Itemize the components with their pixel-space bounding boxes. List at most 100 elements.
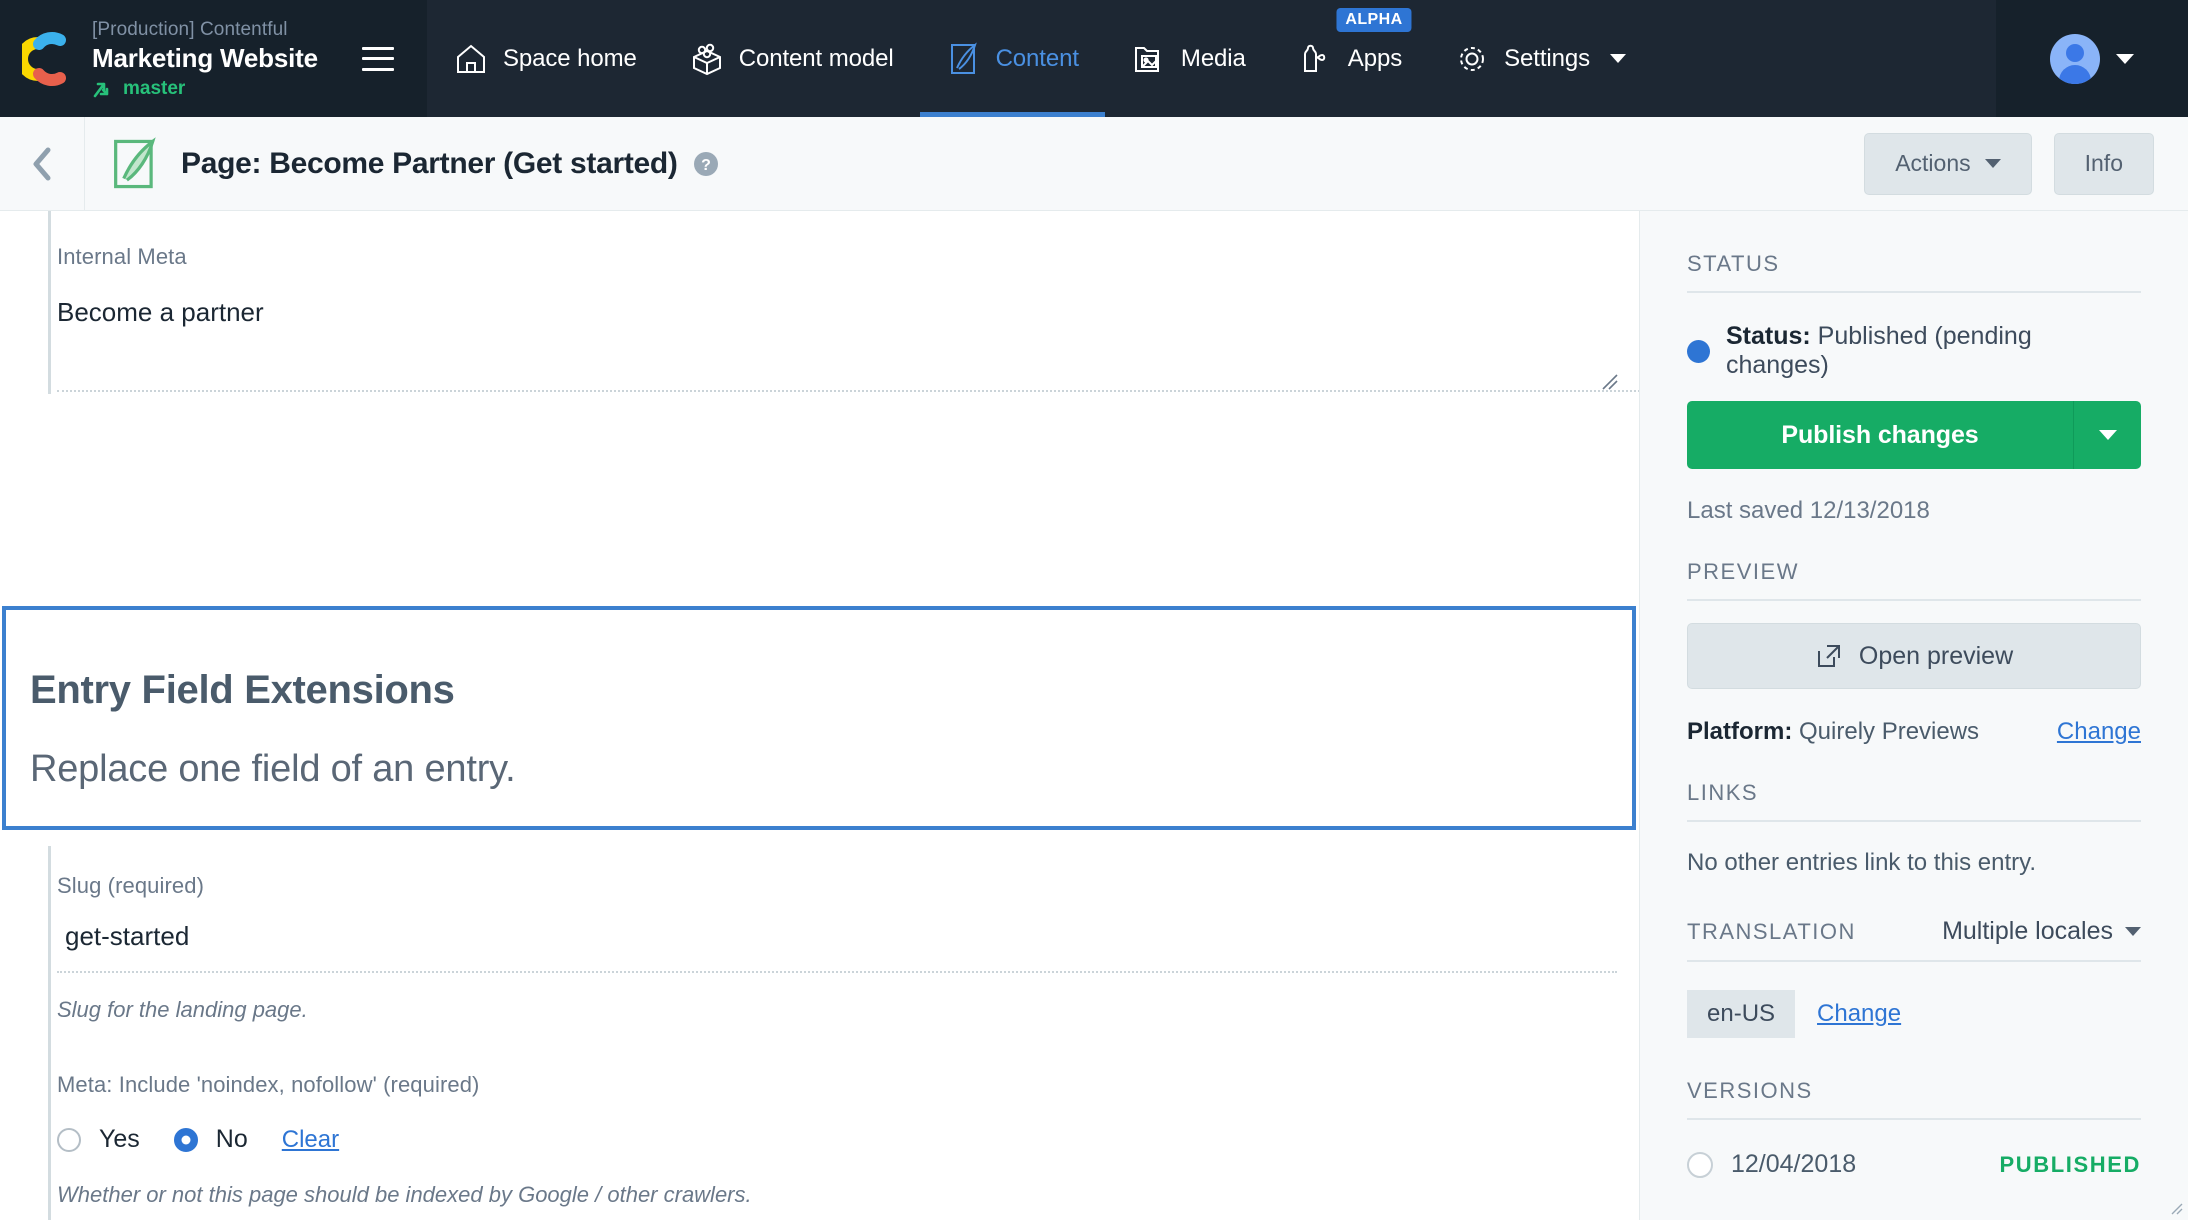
nav-label: Content (996, 45, 1079, 73)
chevron-down-icon (2116, 54, 2134, 64)
entry-field-extension-panel: Entry Field Extensions Replace one field… (0, 606, 1639, 726)
links-message: No other entries link to this entry. (1687, 849, 2141, 877)
apps-icon (1298, 41, 1334, 77)
space-menu-toggle[interactable] (362, 47, 394, 71)
chevron-down-icon (2125, 927, 2141, 936)
nav-item-apps[interactable]: ALPHA Apps (1272, 0, 1428, 117)
publish-changes-button[interactable]: Publish changes (1687, 401, 2073, 469)
entry-sidebar: STATUS Status: Published (pending change… (1639, 211, 2188, 1220)
branch-name-label: master (123, 78, 185, 100)
nav-item-content[interactable]: Content (920, 0, 1105, 117)
nav-item-settings[interactable]: Settings (1428, 0, 1652, 117)
content-model-icon (689, 41, 725, 77)
nav-item-content-model[interactable]: Content model (663, 0, 920, 117)
field-label: Slug (required) (57, 873, 1639, 899)
status-row: Status: Published (pending changes) (1687, 322, 2141, 380)
platform-text: Platform: Quirely Previews (1687, 718, 1979, 746)
open-preview-button[interactable]: Open preview (1687, 623, 2141, 689)
field-slug: Slug (required) get-started Slug for the… (0, 846, 1639, 1023)
version-row[interactable]: 12/04/2018 PUBLISHED (1687, 1150, 2141, 1179)
field-label: Meta: Include 'noindex, nofollow' (requi… (57, 1072, 1639, 1098)
app-window: [Production] Contentful Marketing Websit… (0, 0, 2188, 1220)
platform-value: Quirely Previews (1792, 718, 1979, 745)
field-label: Internal Meta (57, 244, 1639, 270)
radio-group: Yes No Clear (57, 1125, 1639, 1154)
top-navigation-bar: [Production] Contentful Marketing Websit… (0, 0, 2188, 117)
subheader-actions: Actions Info (1864, 133, 2188, 195)
entry-subheader: Page: Become Partner (Get started) ? Act… (0, 117, 2188, 211)
version-state-badge: PUBLISHED (1999, 1152, 2141, 1178)
help-icon[interactable]: ? (692, 150, 720, 178)
external-link-icon (1815, 642, 1843, 670)
locale-change-link[interactable]: Change (1817, 1000, 1901, 1028)
hamburger-line (362, 68, 394, 71)
resize-corner-handle[interactable] (2168, 1200, 2184, 1216)
locale-chip: en-US (1687, 990, 1795, 1038)
preview-section-header: PREVIEW (1687, 559, 2141, 601)
links-heading: LINKS (1687, 780, 1758, 806)
translation-section-header: TRANSLATION Multiple locales (1687, 917, 2141, 962)
locales-selector-label: Multiple locales (1942, 917, 2113, 946)
versions-section-header: VERSIONS (1687, 1078, 2141, 1120)
info-button[interactable]: Info (2054, 133, 2154, 195)
home-icon (453, 41, 489, 77)
radio-yes[interactable] (57, 1128, 81, 1152)
nav-item-media[interactable]: Media (1105, 0, 1272, 117)
platform-row: Platform: Quirely Previews Change (1687, 718, 2141, 746)
radio-no-label: No (216, 1125, 248, 1154)
version-date: 12/04/2018 (1731, 1150, 1856, 1179)
status-dot-icon (1687, 340, 1710, 363)
user-menu[interactable] (1996, 0, 2188, 117)
chevron-down-icon (1985, 159, 2001, 168)
extension-subtitle: Replace one field of an entry. (30, 748, 516, 791)
chevron-left-icon (29, 146, 55, 182)
main-nav-items: Space home Content model (427, 0, 1996, 117)
nav-label: Settings (1504, 45, 1590, 73)
radio-no[interactable] (174, 1128, 198, 1152)
gear-icon (1454, 41, 1490, 77)
actions-button-label: Actions (1895, 150, 1970, 177)
back-button[interactable] (0, 117, 85, 211)
field-underline (57, 971, 1617, 973)
status-text: Status: Published (pending changes) (1726, 322, 2141, 380)
svg-text:?: ? (701, 157, 711, 174)
nav-label: Space home (503, 45, 637, 73)
publish-button-group: Publish changes (1687, 401, 2141, 469)
field-meta-noindex: Meta: Include 'noindex, nofollow' (requi… (0, 1023, 1639, 1208)
nav-label: Content model (739, 45, 894, 73)
extension-highlight-box[interactable]: Entry Field Extensions Replace one field… (2, 606, 1636, 830)
status-heading: STATUS (1687, 251, 1780, 277)
clear-link[interactable]: Clear (282, 1126, 339, 1154)
platform-label: Platform: (1687, 718, 1792, 745)
locales-selector[interactable]: Multiple locales (1942, 917, 2141, 946)
nav-label: Media (1181, 45, 1246, 73)
alpha-badge: ALPHA (1336, 8, 1411, 32)
textarea-resize-handle[interactable] (1597, 369, 1619, 391)
platform-change-link[interactable]: Change (2057, 718, 2141, 746)
entry-type-icon (109, 135, 161, 193)
contentful-logo-icon (22, 31, 76, 87)
publish-dropdown-button[interactable] (2073, 401, 2141, 469)
page-title: Page: Become Partner (Get started) (181, 147, 678, 181)
slug-input[interactable]: get-started (65, 921, 1639, 952)
field-internal-meta: Internal Meta Become a partner (0, 211, 1639, 394)
chevron-down-icon (2099, 430, 2117, 440)
translation-heading: TRANSLATION (1687, 919, 1856, 945)
media-icon (1131, 41, 1167, 77)
info-button-label: Info (2085, 150, 2123, 177)
preview-heading: PREVIEW (1687, 559, 1799, 585)
status-section-header: STATUS (1687, 251, 2141, 293)
actions-button[interactable]: Actions (1864, 133, 2031, 195)
radio-yes-label: Yes (99, 1125, 140, 1154)
branch-indicator: master (92, 78, 318, 100)
entry-editor-main: Internal Meta Become a partner Entry Fie… (0, 211, 1639, 1220)
version-radio[interactable] (1687, 1152, 1713, 1178)
avatar (2050, 34, 2100, 84)
space-selector[interactable]: [Production] Contentful Marketing Websit… (0, 0, 427, 117)
chevron-down-icon (1610, 54, 1626, 63)
links-section-header: LINKS (1687, 780, 2141, 822)
nav-item-space-home[interactable]: Space home (427, 0, 663, 117)
internal-meta-input[interactable]: Become a partner (57, 297, 1639, 328)
last-saved-text: Last saved 12/13/2018 (1687, 497, 2141, 525)
nav-label: Apps (1348, 45, 1402, 73)
